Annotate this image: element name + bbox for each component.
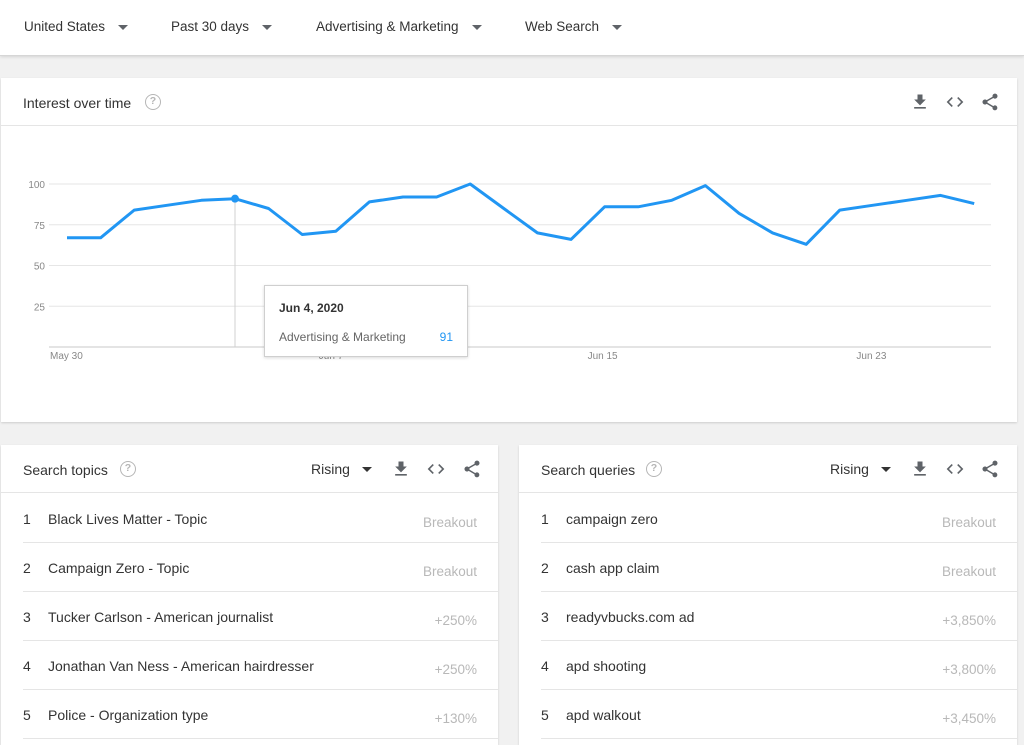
divider (23, 738, 498, 739)
search-topics-card: Search topics ? Rising 1 Black Lives Mat… (1, 445, 498, 745)
rising-dropdown[interactable]: Rising (830, 461, 891, 477)
data-point[interactable] (231, 194, 239, 203)
share-icon[interactable] (980, 459, 1000, 479)
topic-label: Jonathan Van Ness - American hairdresser (48, 658, 314, 674)
rank: 1 (23, 511, 31, 527)
interest-over-time-card: Interest over time ? 25 50 75 100 May 30 Jun … (1, 78, 1017, 422)
trend-value: +3,850% (942, 613, 996, 628)
rank: 4 (541, 658, 549, 674)
trend-value: +250% (434, 662, 477, 677)
rank: 2 (541, 560, 549, 576)
chevron-down-icon (880, 467, 891, 472)
x-tick-label: Jun 23 (856, 351, 886, 362)
rank: 2 (23, 560, 31, 576)
search-type-dropdown[interactable]: Web Search (525, 19, 623, 34)
card-title: Search queries (541, 462, 636, 478)
x-tick-label: May 30 (50, 351, 83, 362)
embed-icon[interactable] (426, 459, 446, 479)
trend-value: Breakout (941, 515, 996, 530)
download-icon[interactable] (910, 92, 930, 112)
share-icon[interactable] (462, 459, 482, 479)
trend-value: +250% (434, 613, 477, 628)
region-dropdown-label: United States (24, 19, 106, 34)
tooltip-value: 91 (439, 330, 453, 344)
tooltip-series: Advertising & Marketing (279, 330, 406, 344)
divider (541, 738, 1017, 739)
chevron-down-icon (361, 467, 372, 472)
list-item[interactable]: 2 Campaign Zero - Topic Breakout (1, 543, 498, 592)
query-label: apd walkout (566, 707, 641, 723)
time-range-dropdown-label: Past 30 days (171, 19, 250, 34)
list-item[interactable]: 4 Jonathan Van Ness - American hairdress… (1, 641, 498, 690)
help-icon[interactable]: ? (120, 461, 136, 477)
list-item[interactable]: 5 Police - Organization type +130% (1, 690, 498, 739)
download-icon[interactable] (391, 459, 411, 479)
list-item[interactable]: 1 campaign zero Breakout (519, 494, 1017, 543)
topic-label: Campaign Zero - Topic (48, 560, 190, 576)
embed-icon[interactable] (945, 459, 965, 479)
list-item[interactable]: 4 apd shooting +3,800% (519, 641, 1017, 690)
query-label: cash app claim (566, 560, 660, 576)
rising-dropdown-label: Rising (830, 461, 869, 477)
search-queries-card: Search queries ? Rising 1 campaign zero … (519, 445, 1017, 745)
download-icon[interactable] (910, 459, 930, 479)
list-item[interactable]: 2 cash app claim Breakout (519, 543, 1017, 592)
rising-dropdown-label: Rising (311, 461, 350, 477)
chevron-down-icon (471, 24, 482, 30)
topic-label: Tucker Carlson - American journalist (48, 609, 274, 625)
list-item[interactable]: 3 Tucker Carlson - American journalist +… (1, 592, 498, 641)
list-item[interactable]: 1 Black Lives Matter - Topic Breakout (1, 494, 498, 543)
help-icon[interactable]: ? (145, 94, 161, 110)
query-label: apd shooting (566, 658, 647, 674)
rising-dropdown[interactable]: Rising (311, 461, 372, 477)
interest-line-chart[interactable]: 255075100May 30Jun 7Jun 15Jun 23 (1, 126, 1017, 422)
trend-value: +3,450% (942, 711, 996, 726)
card-title: Interest over time (23, 95, 132, 111)
chevron-down-icon (612, 24, 623, 30)
rank: 4 (23, 658, 31, 674)
trend-value: Breakout (422, 564, 477, 579)
topic-label: Black Lives Matter - Topic (48, 511, 208, 527)
trend-value: +3,800% (942, 662, 996, 677)
y-tick-label: 50 (34, 262, 46, 273)
card-header: Search queries ? Rising (519, 445, 1017, 493)
trend-value: +130% (434, 711, 477, 726)
help-icon[interactable]: ? (646, 461, 662, 477)
card-header: Search topics ? Rising (1, 445, 498, 493)
query-label: readyvbucks.com ad (566, 609, 695, 625)
card-title: Search topics (23, 462, 108, 478)
list-item[interactable]: 3 readyvbucks.com ad +3,850% (519, 592, 1017, 641)
trend-value: Breakout (422, 515, 477, 530)
time-range-dropdown[interactable]: Past 30 days (171, 19, 273, 34)
rank: 3 (23, 609, 31, 625)
trend-value: Breakout (941, 564, 996, 579)
rank: 1 (541, 511, 549, 527)
y-tick-label: 25 (34, 302, 46, 313)
chart-tooltip: Jun 4, 2020 Advertising & Marketing 91 (264, 285, 468, 357)
list-item[interactable]: 5 apd walkout +3,450% (519, 690, 1017, 739)
search-type-dropdown-label: Web Search (525, 19, 600, 34)
series-line (67, 182, 975, 246)
rank: 5 (23, 707, 31, 723)
filter-bar: United States Past 30 days Advertising &… (0, 0, 1024, 56)
query-label: campaign zero (566, 511, 658, 527)
x-tick-label: Jun 15 (588, 351, 618, 362)
rank: 5 (541, 707, 549, 723)
share-icon[interactable] (980, 92, 1000, 112)
topic-label: Police - Organization type (48, 707, 209, 723)
y-tick-label: 75 (34, 221, 46, 232)
y-tick-label: 100 (28, 180, 45, 191)
chevron-down-icon (262, 24, 273, 30)
rank: 3 (541, 609, 549, 625)
region-dropdown[interactable]: United States (24, 19, 129, 34)
category-dropdown-label: Advertising & Marketing (316, 19, 459, 34)
card-header: Interest over time ? (1, 78, 1017, 126)
embed-icon[interactable] (945, 92, 965, 112)
tooltip-date: Jun 4, 2020 (279, 301, 344, 315)
category-dropdown[interactable]: Advertising & Marketing (316, 19, 482, 34)
chevron-down-icon (118, 24, 129, 30)
